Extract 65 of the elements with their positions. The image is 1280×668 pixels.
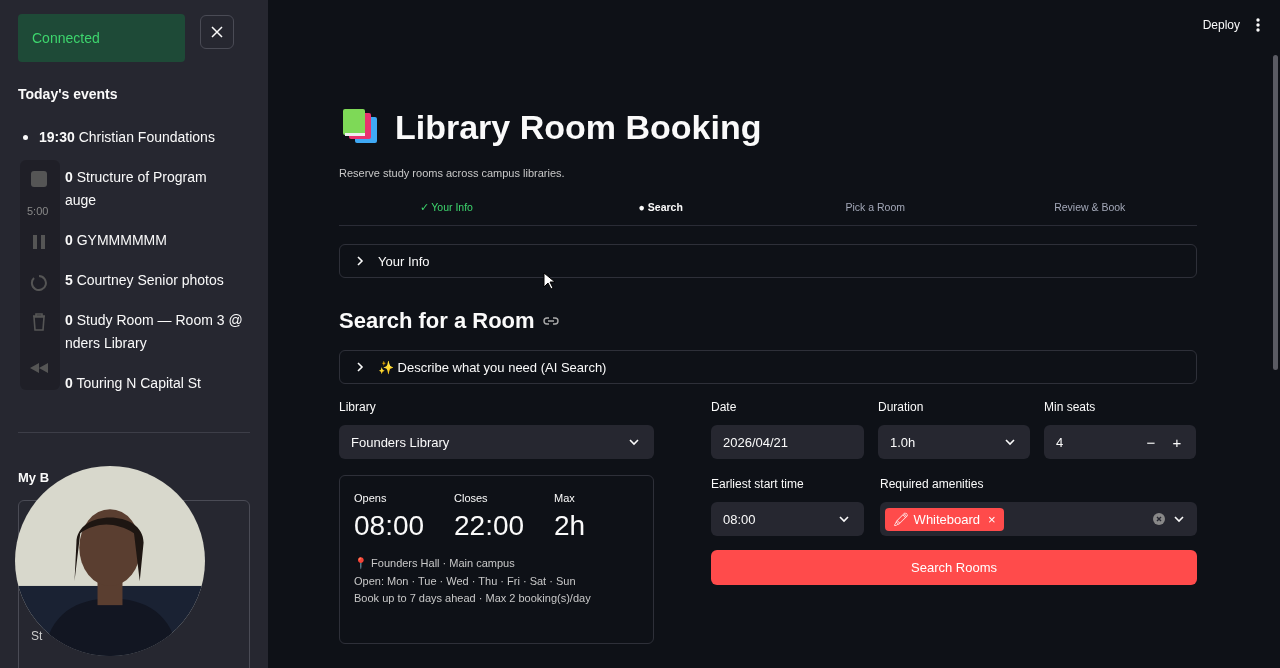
stop-icon[interactable] <box>29 169 49 189</box>
scrollbar-thumb[interactable] <box>1273 55 1278 370</box>
step-tab[interactable]: ✓ Your Info <box>339 198 554 225</box>
section-heading: Search for a Room <box>339 308 535 334</box>
card-text: St <box>31 629 43 643</box>
chevron-down-icon <box>838 513 850 525</box>
deploy-button[interactable]: Deploy <box>1202 18 1240 32</box>
event-text: 0 Study Room — Room 3 @ <box>65 311 243 330</box>
field-label: Library <box>339 400 376 414</box>
library-detail: 📍 Founders Hall · Main campus <box>354 557 516 570</box>
stat-label: Max <box>554 492 576 504</box>
increment-button[interactable]: + <box>1164 433 1190 451</box>
field-label: Min seats <box>1044 400 1096 414</box>
decrement-button[interactable]: − <box>1138 433 1164 451</box>
trash-icon[interactable] <box>31 312 47 331</box>
field-label: Required amenities <box>880 477 984 491</box>
step-tab[interactable]: Review & Book <box>982 198 1197 225</box>
start-time-select[interactable]: 08:00 <box>711 502 864 536</box>
cursor-icon <box>543 272 555 290</box>
field-label: Earliest start time <box>711 477 804 491</box>
chevron-right-icon <box>355 256 365 266</box>
date-field[interactable]: 2026/04/21 <box>711 425 864 459</box>
sidebar-heading: Today's events <box>18 86 119 104</box>
tag-label: 🖍 Whiteboard <box>893 511 981 527</box>
close-button[interactable] <box>200 15 234 49</box>
ai-search-expander[interactable]: ✨ Describe what you need (AI Search) <box>339 350 1197 384</box>
recording-time: 5:00 <box>27 205 49 217</box>
stat-label: Opens <box>354 492 388 504</box>
step-tab[interactable]: Pick a Room <box>768 198 983 225</box>
event-text: 19:30 Christian Foundations <box>39 128 215 147</box>
pause-icon[interactable] <box>31 234 47 250</box>
stat-value: 22:00 <box>454 510 526 542</box>
your-info-expander[interactable]: Your Info <box>339 244 1197 278</box>
stat-label: Closes <box>454 492 489 504</box>
link-icon[interactable] <box>542 316 559 326</box>
clear-icon[interactable] <box>1153 513 1165 525</box>
event-text: 0 GYMMMMMM <box>65 231 167 250</box>
event-text: 0 Structure of Program <box>65 168 207 187</box>
field-label: Date <box>711 400 737 414</box>
stat-value: 2h <box>554 510 587 542</box>
close-icon <box>211 26 223 38</box>
chevron-right-icon <box>355 362 365 372</box>
page-title: Library Room Booking <box>395 107 762 147</box>
page-subtitle: Reserve study rooms across campus libraries. <box>339 167 566 179</box>
event-text: auge <box>65 191 98 210</box>
event-text: 5 Courtney Senior photos <box>65 271 224 290</box>
library-detail: Book up to 7 days ahead · Max 2 booking(s)/day <box>354 592 592 604</box>
field-label: Duration <box>878 400 924 414</box>
duration-select[interactable]: 1.0h <box>878 425 1030 459</box>
seats-number-field[interactable]: 4 − + <box>1044 425 1196 459</box>
library-detail: Open: Mon · Tue · Wed · Thu · Fri · Sat · Sun <box>354 575 577 587</box>
event-text: nders Library <box>65 334 148 353</box>
more-menu-icon[interactable] <box>1256 18 1260 32</box>
event-text: 0 Touring N Capital St <box>65 374 201 393</box>
step-tab[interactable]: ● Search <box>553 198 768 225</box>
chevron-down-icon <box>1004 436 1016 448</box>
sidebar-heading: My B <box>18 470 50 485</box>
stat-value: 08:00 <box>354 510 426 542</box>
bullet-icon <box>23 135 28 140</box>
chevron-down-icon <box>628 436 640 448</box>
chevron-down-icon <box>1173 513 1185 525</box>
connected-toast: Connected <box>18 14 185 62</box>
library-select[interactable]: Founders Library <box>339 425 654 459</box>
rewind-icon[interactable] <box>29 362 49 374</box>
restart-icon[interactable] <box>30 273 48 291</box>
